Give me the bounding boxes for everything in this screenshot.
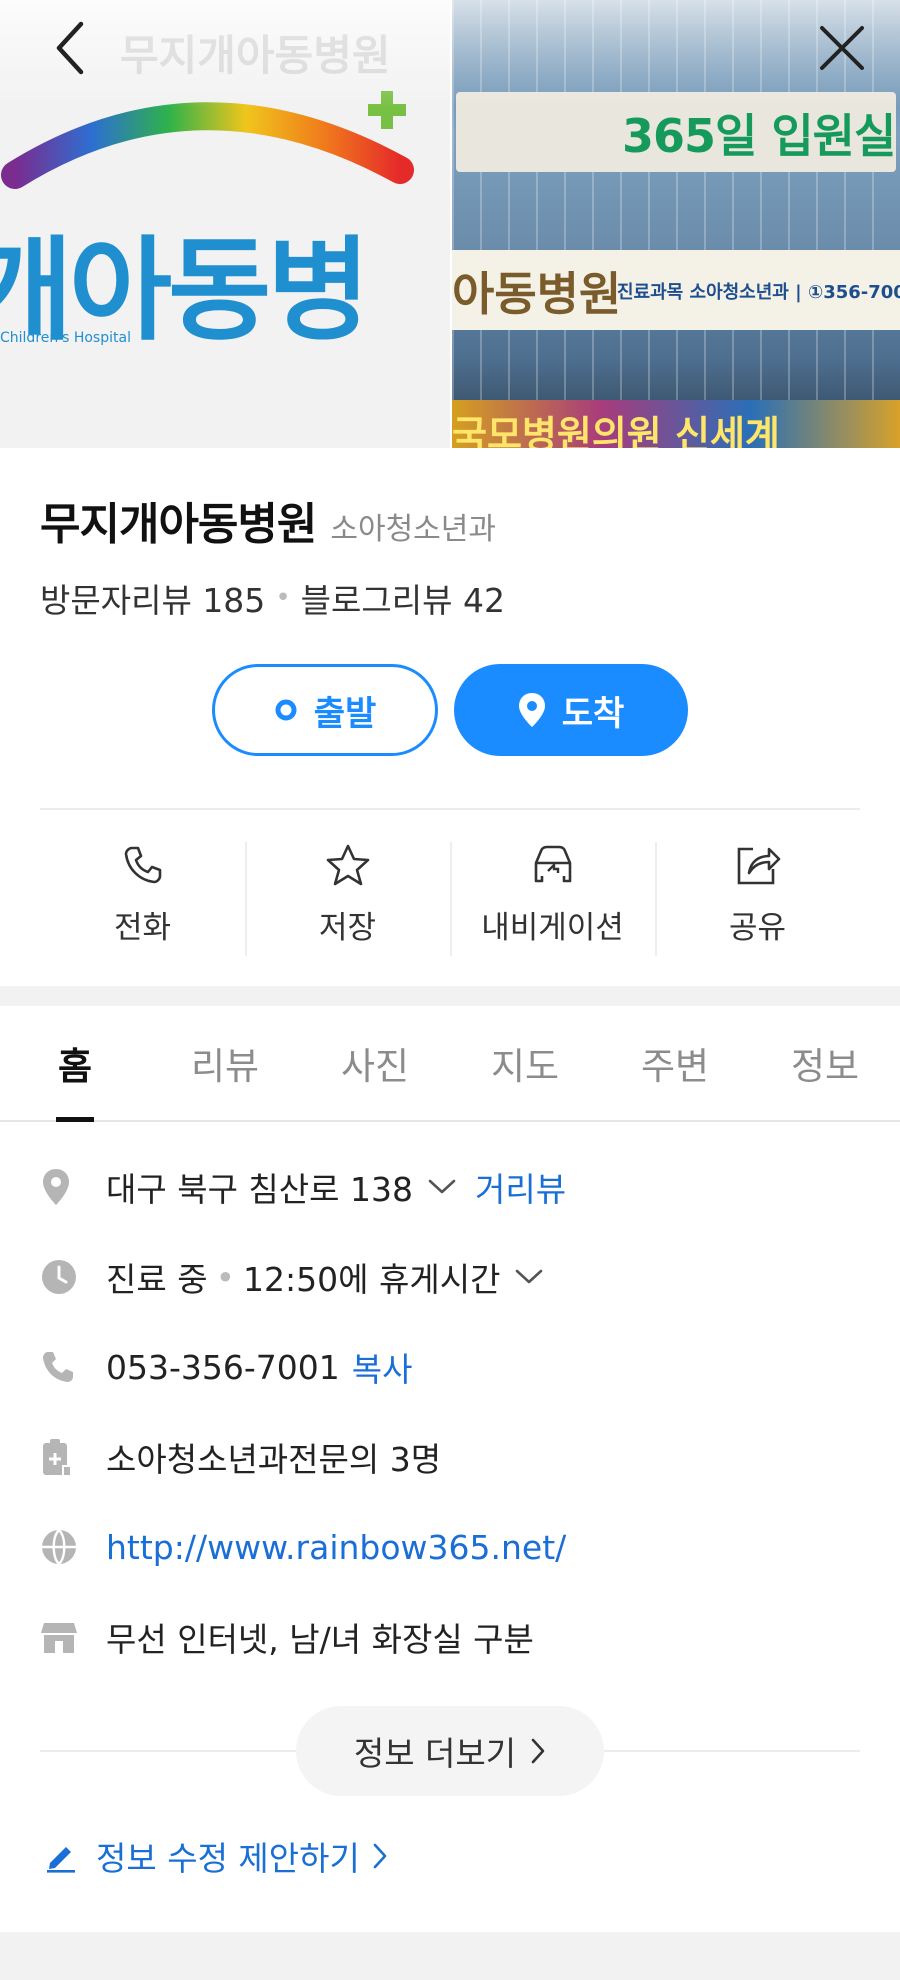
place-name: 무지개아동병원 (40, 499, 317, 550)
map-pin-icon (40, 1167, 86, 1207)
building-sign-bottom-text: 국모병원의원 신세계 (452, 413, 780, 448)
street-view-link[interactable]: 거리뷰 (475, 1163, 566, 1211)
chevron-left-icon (56, 21, 84, 75)
building-sign-top-text: 365일 입원실 (622, 109, 896, 163)
visitor-reviews-link[interactable]: 방문자리뷰 185 (40, 574, 265, 622)
section-separator (0, 986, 900, 1006)
building-sign-mid-text: 아동병원 (452, 267, 622, 321)
amenities-row: 무선 인터넷, 남/녀 화장실 구분 (40, 1592, 860, 1682)
doctors-text: 소아청소년과전문의 3명 (106, 1440, 442, 1479)
suggest-edit-link[interactable]: 정보 수정 제안하기 (44, 1832, 388, 1880)
tab-map[interactable]: 지도 (450, 1006, 600, 1120)
location-pin-icon (518, 692, 546, 728)
amenities-text: 무선 인터넷, 남/녀 화장실 구분 (106, 1620, 534, 1659)
tab-reviews[interactable]: 리뷰 (150, 1006, 300, 1120)
share-label: 공유 (728, 910, 787, 946)
hours-expand[interactable] (514, 1268, 544, 1286)
building-sign-mid-subtext: 진료과목 소아청소년과 | ①356-700 (617, 282, 900, 303)
pencil-icon (44, 1839, 78, 1873)
origin-dot-icon (274, 698, 298, 722)
tab-home[interactable]: 홈 (0, 1006, 150, 1122)
break-time-text: 12:50에 휴게시간 (243, 1260, 501, 1299)
chevron-down-icon (428, 1179, 456, 1194)
arrive-label: 도착 (561, 693, 625, 734)
info-list: 대구 북구 침산로 138 거리뷰 진료 중 • 12:50에 휴게시간 053… (40, 1142, 860, 1682)
tab-info[interactable]: 정보 (750, 1006, 900, 1120)
photo-gallery[interactable]: 개아동병 Children's Hospital 365일 입원실 아동병원 진… (0, 0, 900, 448)
phone-number[interactable]: 053-356-7001 (106, 1348, 340, 1387)
copy-phone-button[interactable]: 복사 (352, 1343, 413, 1391)
phone-icon (40, 1349, 86, 1385)
phone-row: 053-356-7001 복사 (40, 1322, 860, 1412)
more-info-button[interactable]: 정보 더보기 (296, 1706, 604, 1796)
phone-icon (122, 840, 164, 890)
globe-icon (40, 1528, 86, 1566)
top-bar: 무지개아동병원 (0, 0, 900, 108)
hours-row: 진료 중 • 12:50에 휴게시간 (40, 1232, 860, 1322)
open-status: 진료 중 (106, 1260, 208, 1299)
blog-reviews-label: 블로그리뷰 (300, 581, 453, 620)
header-title: 무지개아동병원 (120, 31, 391, 80)
more-info-label: 정보 더보기 (353, 1734, 517, 1773)
place-category: 소아청소년과 (330, 512, 496, 547)
arrive-button[interactable]: 도착 (454, 664, 688, 756)
save-label: 저장 (318, 910, 377, 946)
logo-subtext: Children's Hospital (0, 330, 131, 346)
call-label: 전화 (113, 910, 172, 946)
website-row: http://www.rainbow365.net/ (40, 1502, 860, 1592)
depart-button[interactable]: 출발 (212, 664, 438, 756)
call-action[interactable]: 전화 (40, 840, 245, 958)
chevron-right-icon (372, 1842, 388, 1870)
route-buttons: 출발 도착 (0, 664, 900, 756)
suggest-edit-label: 정보 수정 제안하기 (96, 1839, 360, 1878)
separator-dot: • (215, 1257, 236, 1297)
doctors-row: 소아청소년과전문의 3명 (40, 1412, 860, 1502)
tab-nearby[interactable]: 주변 (600, 1006, 750, 1120)
close-button[interactable] (812, 18, 872, 78)
depart-label: 출발 (313, 693, 377, 734)
tab-bar: 홈 리뷰 사진 지도 주변 정보 (0, 1006, 900, 1122)
website-link[interactable]: http://www.rainbow365.net/ (106, 1528, 566, 1567)
navigation-label: 내비게이션 (481, 910, 624, 946)
address-text: 대구 북구 침산로 138 (106, 1170, 413, 1209)
car-navigation-icon (528, 840, 578, 890)
share-icon (735, 840, 781, 890)
save-action[interactable]: 저장 (245, 840, 450, 958)
tab-photos[interactable]: 사진 (300, 1006, 450, 1120)
place-title-row: 무지개아동병원 소아청소년과 (40, 488, 496, 552)
back-button[interactable] (40, 18, 100, 78)
section-separator (0, 1932, 900, 1980)
separator-dot: • (275, 583, 291, 613)
address-expand[interactable] (427, 1178, 457, 1196)
chevron-down-icon (516, 1269, 543, 1284)
divider (40, 808, 860, 810)
navigation-action[interactable]: 내비게이션 (450, 840, 655, 958)
close-icon (820, 26, 864, 70)
action-bar: 전화 저장 내비게이션 공유 (40, 840, 860, 958)
blog-reviews-link[interactable]: 블로그리뷰 42 (301, 574, 505, 622)
store-icon (40, 1619, 86, 1655)
medical-chart-icon (40, 1437, 86, 1477)
more-info-section: 정보 더보기 (40, 1706, 860, 1796)
visitor-reviews-label: 방문자리뷰 (40, 581, 192, 620)
star-icon (325, 840, 371, 890)
review-summary: 방문자리뷰 185 • 블로그리뷰 42 (40, 574, 505, 622)
chevron-right-icon (530, 1737, 546, 1765)
clock-icon (40, 1258, 86, 1296)
blog-reviews-count: 42 (462, 581, 505, 620)
visitor-reviews-count: 185 (202, 581, 266, 620)
share-action[interactable]: 공유 (655, 840, 860, 958)
address-row: 대구 북구 침산로 138 거리뷰 (40, 1142, 860, 1232)
